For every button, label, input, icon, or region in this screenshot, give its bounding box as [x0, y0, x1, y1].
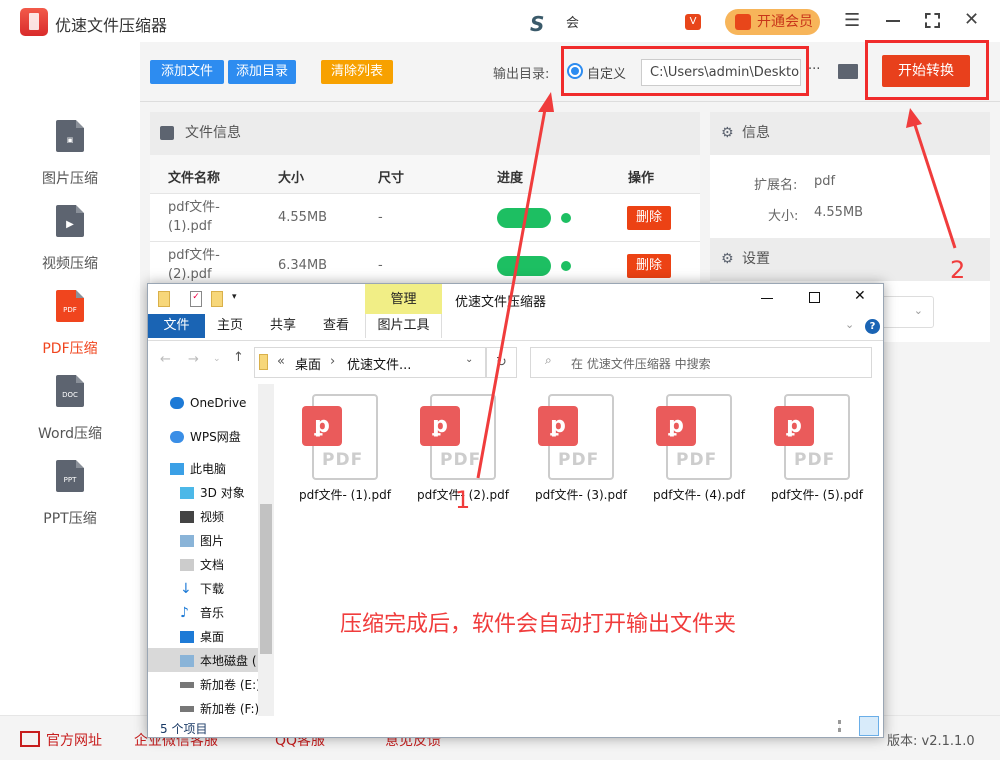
annotation-caption: 压缩完成后，软件会自动打开输出文件夹 — [340, 612, 737, 637]
arrow-1 — [476, 103, 548, 479]
arrow-1-head — [538, 92, 554, 112]
arrow-2 — [912, 121, 957, 249]
annotation-arrows — [476, 92, 957, 479]
marker-1: 1 — [455, 486, 471, 514]
arrow-2-head — [906, 108, 922, 128]
marker-2: 2 — [950, 256, 966, 284]
